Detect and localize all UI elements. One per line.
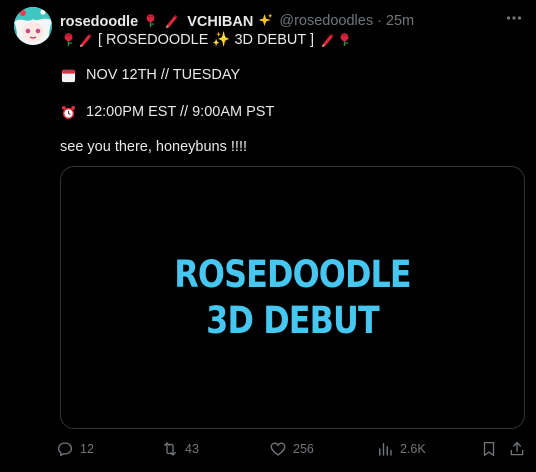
tweet-actions: 12 43 256 2.6K: [56, 440, 528, 462]
time-line: 12:00PM EST // 9:00AM PST: [60, 104, 274, 120]
tweet-title-text: [ ROSEDOODLE ✨ 3D DEBUT ]: [98, 32, 314, 48]
tweet-media[interactable]: ROSEDOODLE 3D DEBUT: [60, 166, 525, 429]
share-button[interactable]: [508, 440, 526, 458]
tweet-title-line: [ ROSEDOODLE ✨ 3D DEBUT ]: [60, 31, 353, 48]
display-name-suffix: VCHIBAN: [187, 13, 254, 30]
views-button[interactable]: 2.6K: [376, 440, 426, 458]
author-handle[interactable]: @rosedoodles: [279, 13, 373, 29]
date-line: NOV 12TH // TUESDAY: [60, 67, 240, 83]
heart-icon: [270, 442, 286, 456]
crayon-icon: [166, 14, 179, 28]
calendar-icon: [61, 68, 76, 82]
bookmark-button[interactable]: [480, 440, 498, 458]
rose-icon: [340, 33, 349, 47]
tweet-header: rosedoodle VCHIBAN @rosedoodles · 25m: [60, 11, 496, 31]
media-title-line1: ROSEDOODLE: [174, 252, 411, 296]
analytics-icon: [379, 443, 392, 456]
avatar[interactable]: [14, 7, 52, 45]
display-name[interactable]: rosedoodle VCHIBAN: [60, 12, 274, 30]
retweet-icon: [164, 442, 176, 456]
reply-icon: [57, 442, 73, 457]
display-name-text: rosedoodle: [60, 13, 139, 30]
reply-button[interactable]: 12: [56, 440, 94, 458]
rose-icon: [64, 33, 73, 47]
ellipsis-icon: [506, 16, 522, 20]
view-count: 2.6K: [400, 442, 426, 456]
retweet-count: 43: [185, 442, 199, 456]
separator-dot: ·: [377, 13, 382, 29]
crayon-icon: [321, 33, 334, 47]
bookmark-icon: [483, 441, 495, 457]
media-title: ROSEDOODLE 3D DEBUT: [174, 252, 411, 344]
closing-line: see you there, honeybuns !!!!: [60, 139, 247, 155]
alarm-clock-icon: [61, 105, 76, 119]
timestamp[interactable]: 25m: [386, 13, 414, 29]
closing-text: see you there, honeybuns !!!!: [60, 139, 248, 155]
like-count: 256: [293, 442, 314, 456]
more-options-button[interactable]: [502, 8, 526, 28]
crayon-icon: [79, 33, 92, 47]
sparkles-icon: [258, 12, 273, 26]
date-text: NOV 12TH // TUESDAY: [86, 67, 241, 83]
tweet: rosedoodle VCHIBAN @rosedoodles · 25m […: [0, 0, 536, 472]
share-icon: [510, 441, 524, 456]
like-button[interactable]: 256: [269, 440, 314, 458]
time-text: 12:00PM EST // 9:00AM PST: [86, 104, 275, 120]
media-title-line2: 3D DEBUT: [206, 298, 380, 342]
reply-count: 12: [80, 442, 94, 456]
rose-icon: [146, 13, 155, 27]
retweet-button[interactable]: 43: [161, 440, 199, 458]
